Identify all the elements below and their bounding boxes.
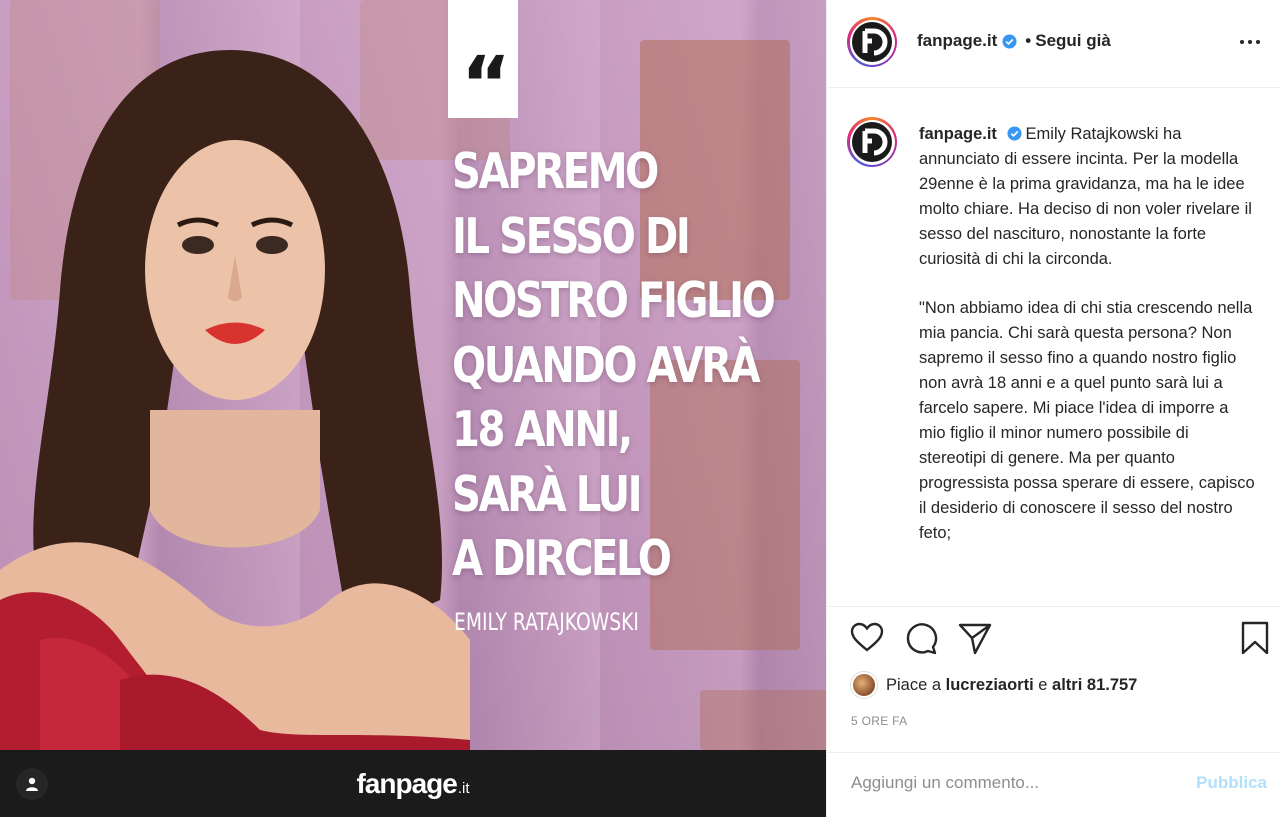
follow-status-button[interactable]: • Segui già — [1025, 31, 1111, 51]
portrait-illustration — [0, 50, 470, 750]
comment-icon[interactable] — [903, 620, 939, 656]
liker-avatar[interactable] — [851, 672, 877, 698]
post-media[interactable]: “ SAPREMO IL SESSO DI NOSTRO FIGLIO QUAN… — [0, 0, 826, 817]
publish-button[interactable]: Pubblica — [1196, 773, 1267, 793]
likes-others-link[interactable]: altri 81.757 — [1052, 676, 1137, 695]
user-tag-icon[interactable] — [16, 768, 48, 800]
more-options-icon[interactable] — [1239, 32, 1261, 52]
bookmark-icon[interactable] — [1237, 620, 1273, 656]
headline-line: SAPREMO — [452, 143, 659, 200]
brand-logo: fanpage.it — [356, 768, 469, 800]
post-caption: fanpage.it Emily Ratajkowski ha annuncia… — [919, 122, 1259, 546]
likes-conjunction: e — [1038, 675, 1048, 694]
headline-line: SARÀ LUI — [452, 465, 643, 523]
header-separator: • — [1025, 31, 1032, 50]
post-side-panel: fanpage.it • Segui già fanpage.it Emily R… — [826, 0, 1280, 817]
verified-badge-icon — [1007, 126, 1022, 141]
caption-text: Emily Ratajkowski ha annunciato di esser… — [919, 125, 1252, 268]
headline-line: NOSTRO FIGLIO — [452, 272, 776, 329]
likes-prefix: Piace a — [886, 675, 942, 694]
quote-attribution: EMILY RATAJKOWSKI — [454, 608, 639, 636]
background-photo-strip — [700, 690, 826, 750]
comment-bar: Pubblica — [827, 752, 1280, 817]
header-username[interactable]: fanpage.it — [917, 31, 997, 51]
caption-avatar[interactable] — [847, 117, 897, 167]
likes-summary: Piace a lucreziaorti e altri 81.757 — [851, 672, 1137, 698]
caption-username[interactable]: fanpage.it — [919, 125, 997, 143]
heart-icon[interactable] — [849, 620, 885, 656]
liker-username[interactable]: lucreziaorti — [946, 676, 1034, 695]
headline-line: A DIRCELO — [452, 530, 672, 587]
brand-logo-suffix: .it — [457, 779, 470, 797]
comment-input[interactable] — [851, 773, 1171, 793]
quote-headline: SAPREMO IL SESSO DI NOSTRO FIGLIO QUANDO… — [452, 140, 776, 592]
post-timestamp[interactable]: 5 ORE FA — [851, 714, 907, 728]
quote-mark-box: “ — [448, 0, 518, 128]
post-header: fanpage.it • Segui già — [827, 0, 1280, 88]
profile-avatar[interactable] — [847, 17, 897, 67]
headline-line: QUANDO AVRÀ — [452, 336, 761, 394]
quote-mark: “ — [461, 39, 511, 128]
image-brand-bar: fanpage.it — [0, 750, 826, 817]
post-actions — [827, 620, 1280, 660]
caption-scroll-area[interactable]: fanpage.it Emily Ratajkowski ha annuncia… — [827, 89, 1280, 607]
share-icon[interactable] — [957, 620, 993, 656]
brand-logo-main: fanpage — [356, 767, 457, 799]
verified-badge-icon — [1002, 33, 1017, 49]
headline-line: IL SESSO DI — [452, 207, 691, 265]
caption-quote-text: "Non abbiamo idea di chi stia crescendo … — [919, 299, 1255, 542]
headline-line: 18 ANNI, — [452, 401, 633, 458]
follow-label: Segui già — [1035, 31, 1111, 50]
